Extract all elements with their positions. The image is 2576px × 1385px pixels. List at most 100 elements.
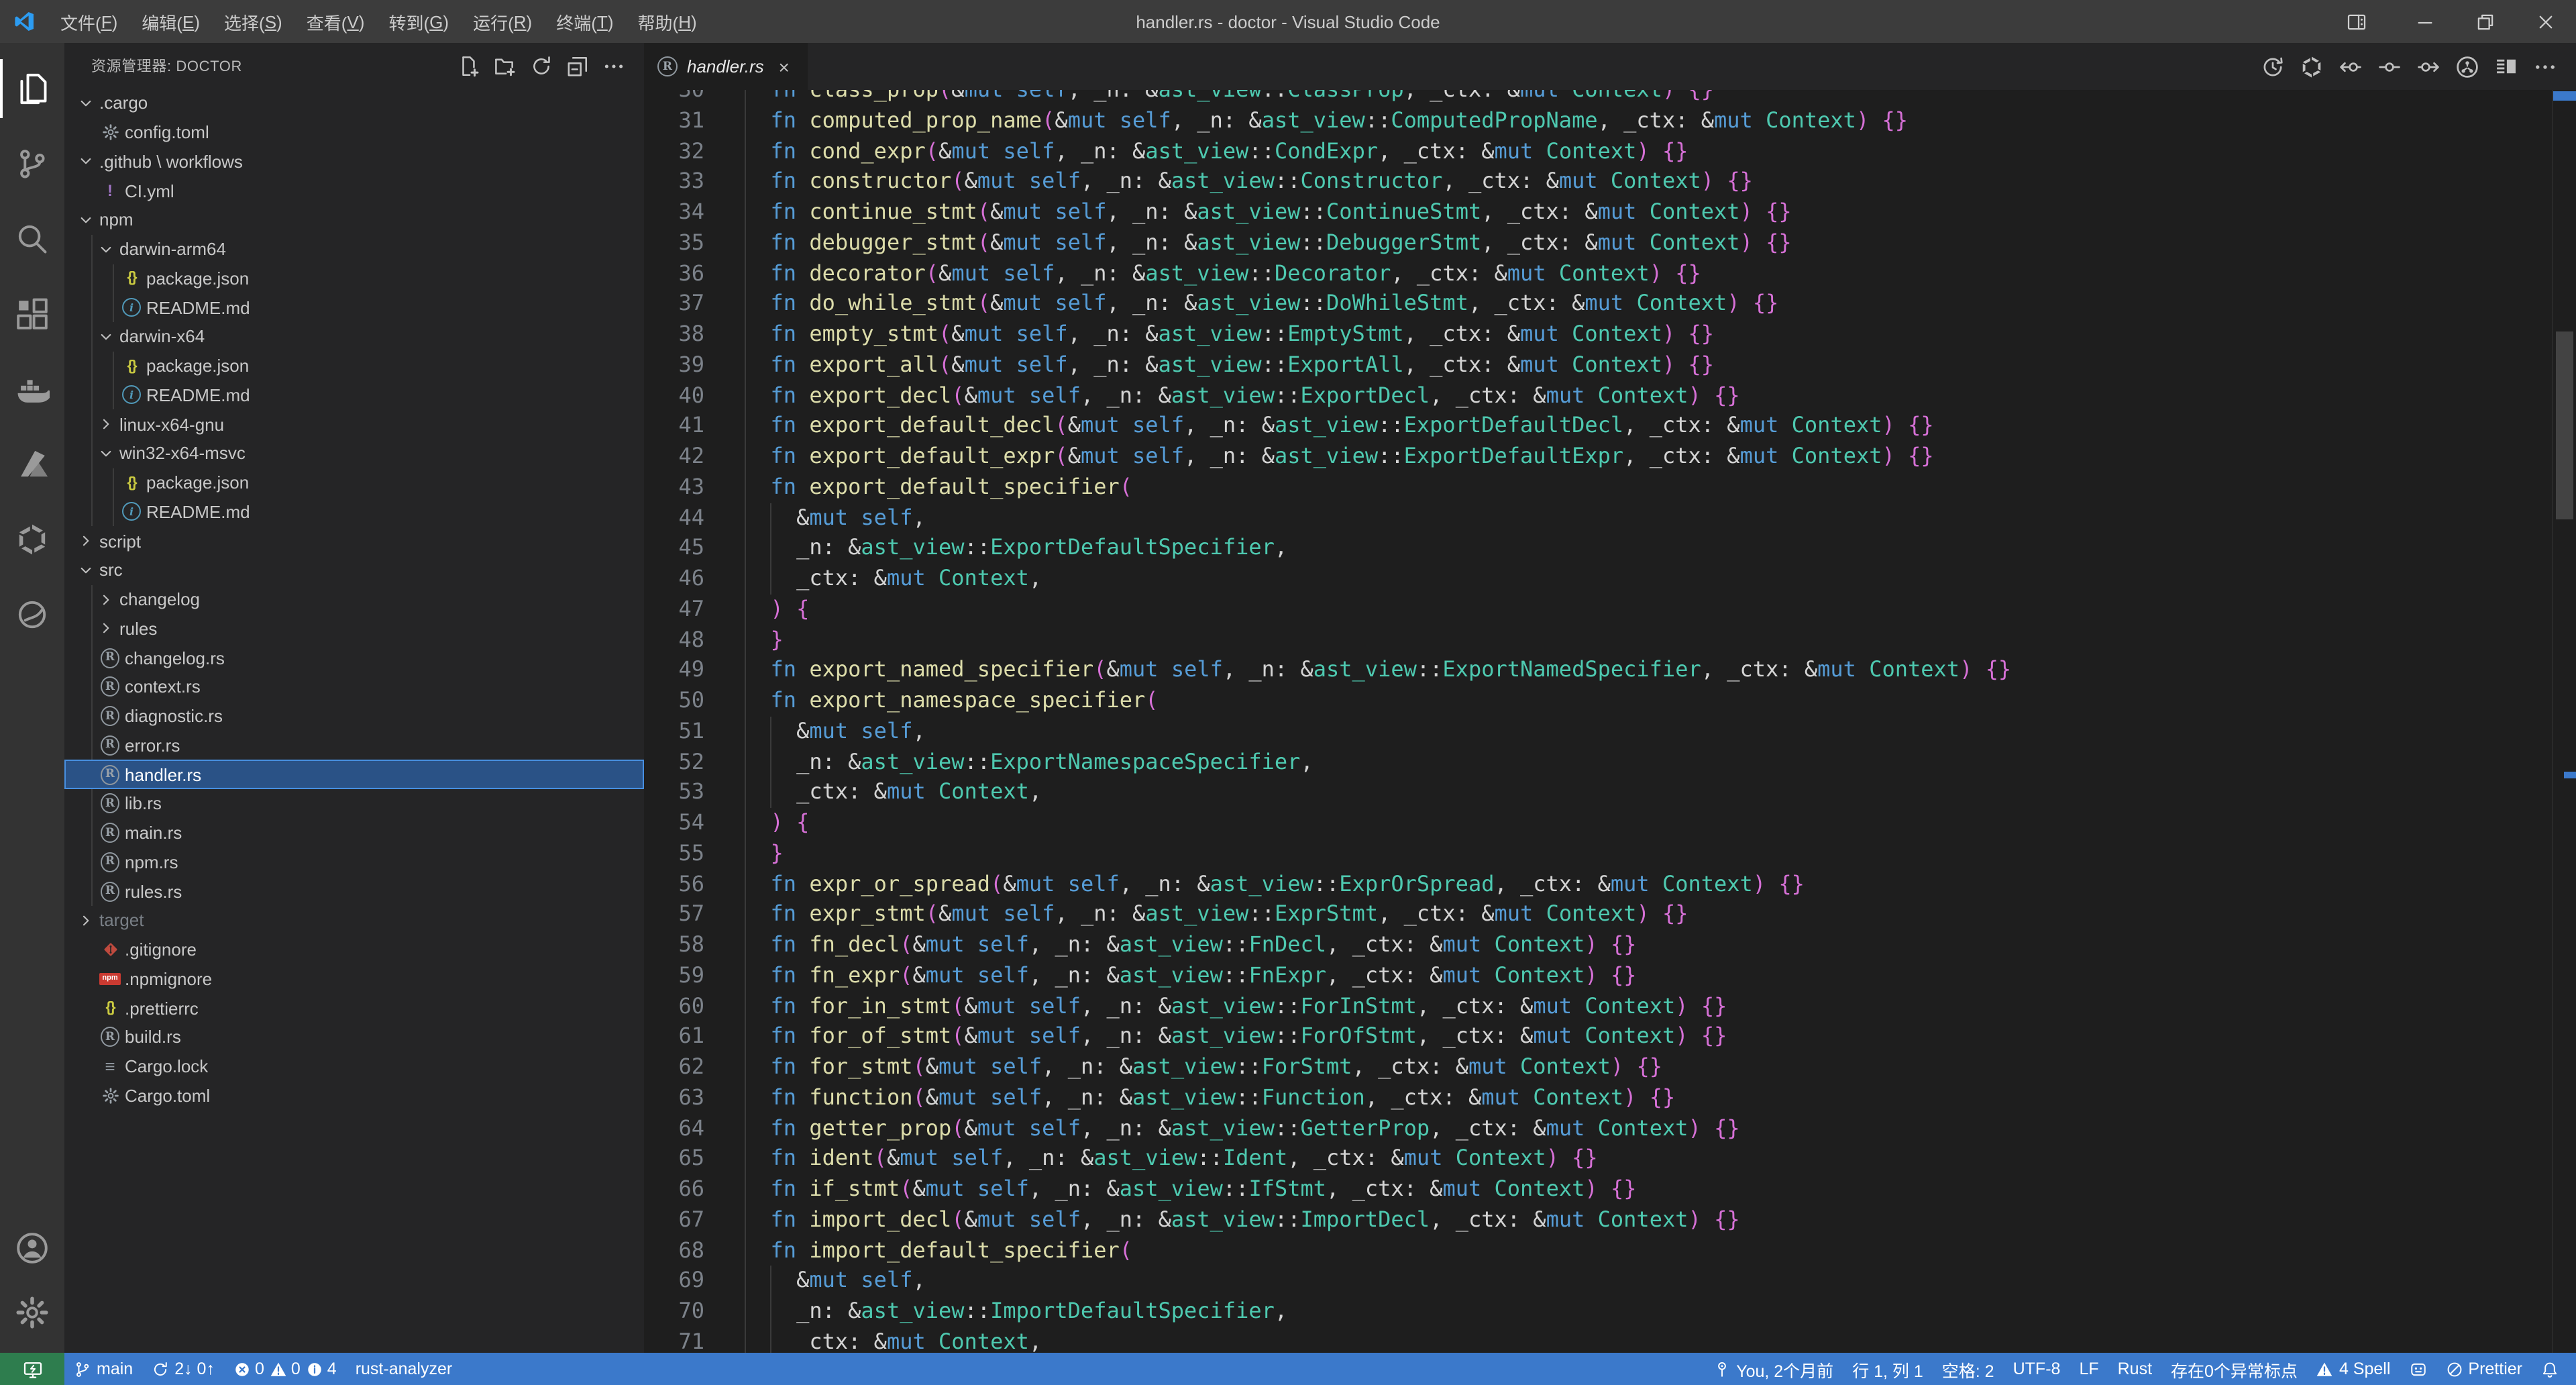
status-git-branch[interactable]: main	[64, 1353, 142, 1385]
tab-handler-rs[interactable]: R handler.rs ×	[644, 43, 808, 90]
status-label: 2↓ 0↑	[174, 1360, 215, 1378]
status-gitlens-blame[interactable]: You, 2个月前	[1704, 1353, 1843, 1385]
activity-accounts[interactable]	[0, 1216, 64, 1280]
minimize-button[interactable]	[2395, 0, 2455, 43]
menu-r[interactable]: 运行(R)	[461, 0, 544, 43]
tree-item-.npmignore[interactable]: npm.npmignore	[64, 964, 644, 994]
tree-item-error.rs[interactable]: Rerror.rs	[64, 731, 644, 760]
activity-search[interactable]	[0, 201, 64, 276]
tree-item-npm.rs[interactable]: Rnpm.rs	[64, 848, 644, 877]
tree-item-npm[interactable]: npm	[64, 205, 644, 235]
tree-item-darwin-x64[interactable]: darwin-x64	[64, 322, 644, 352]
code-editor[interactable]: 30 fn class_prop(&mut self, _n: &ast_vie…	[644, 90, 2576, 1353]
tree-item-.cargo[interactable]: .cargo	[64, 89, 644, 118]
next-commit-icon[interactable]	[2416, 54, 2440, 79]
json-file-icon: {}	[122, 356, 141, 375]
tree-item-linux-x64-gnu[interactable]: linux-x64-gnu	[64, 410, 644, 440]
tree-item-package.json[interactable]: {}package.json	[64, 264, 644, 293]
code-line-58: 58 fn fn_decl(&mut self, _n: &ast_view::…	[644, 930, 2553, 961]
menu-t[interactable]: 终端(T)	[544, 0, 625, 43]
new-file-icon[interactable]	[458, 54, 480, 77]
status-spell-checker[interactable]: 4 Spell	[2307, 1353, 2400, 1385]
menu-h[interactable]: 帮助(H)	[626, 0, 709, 43]
tree-item-context.rs[interactable]: Rcontext.rs	[64, 672, 644, 702]
extension-pinwheel-icon[interactable]	[2300, 54, 2324, 79]
timeline-icon[interactable]	[2261, 54, 2285, 79]
menu-f[interactable]: 文件(F)	[48, 0, 129, 43]
tree-item-cargo.toml[interactable]: Cargo.toml	[64, 1081, 644, 1111]
more-editor-actions-icon[interactable]	[2533, 54, 2557, 79]
status-indentation[interactable]: 空格: 2	[1933, 1353, 2004, 1385]
tree-item-changelog[interactable]: changelog	[64, 585, 644, 615]
status-cursor-position[interactable]: 行 1, 列 1	[1843, 1353, 1933, 1385]
activity-explorer[interactable]	[0, 51, 64, 126]
open-changes-icon[interactable]	[2494, 54, 2518, 79]
collapse-folders-icon[interactable]	[566, 54, 589, 77]
tree-item-main.rs[interactable]: Rmain.rs	[64, 819, 644, 848]
activity-source-control[interactable]	[0, 126, 64, 201]
commit-graph-icon[interactable]	[2455, 54, 2479, 79]
status-prettier[interactable]: Prettier	[2436, 1353, 2532, 1385]
line-content: &mut self,	[704, 717, 926, 748]
tree-item-label: script	[99, 531, 141, 551]
tree-item-cargo.lock[interactable]: ≡Cargo.lock	[64, 1052, 644, 1082]
status-remote-indicator[interactable]	[0, 1353, 64, 1385]
tree-item-package.json[interactable]: {}package.json	[64, 468, 644, 498]
tree-item-build.rs[interactable]: Rbuild.rs	[64, 1023, 644, 1052]
menu-s[interactable]: 选择(S)	[212, 0, 294, 43]
status-rust-analyzer-status[interactable]: rust-analyzer	[346, 1353, 462, 1385]
activity-docker[interactable]	[0, 352, 64, 427]
new-folder-icon[interactable]	[494, 54, 517, 77]
status-eol[interactable]: LF	[2070, 1353, 2108, 1385]
previous-commit-icon[interactable]	[2339, 54, 2363, 79]
tree-item-handler.rs[interactable]: Rhandler.rs	[64, 760, 644, 790]
tree-item-config.toml[interactable]: config.toml	[64, 118, 644, 148]
tree-item-package.json[interactable]: {}package.json	[64, 352, 644, 381]
activity-leaf-tool-extension[interactable]	[0, 577, 64, 652]
tree-item-.github-workflows[interactable]: .github \ workflows	[64, 147, 644, 176]
status-problems[interactable]: 004	[224, 1353, 346, 1385]
indent-guide	[770, 717, 771, 809]
tree-item-ci.yml[interactable]: !CI.yml	[64, 176, 644, 206]
activity-hex-extension[interactable]	[0, 502, 64, 577]
scrollbar-thumb[interactable]	[2556, 331, 2573, 519]
activity-settings[interactable]	[0, 1280, 64, 1345]
status-encoding[interactable]: UTF-8	[2004, 1353, 2070, 1385]
tree-item-target[interactable]: target	[64, 906, 644, 935]
tab-close-icon[interactable]: ×	[773, 56, 795, 77]
editor-scrollbar[interactable]	[2552, 90, 2576, 1353]
menu-e[interactable]: 编辑(E)	[129, 0, 212, 43]
tree-item-rules.rs[interactable]: Rrules.rs	[64, 877, 644, 907]
tree-item-lib.rs[interactable]: Rlib.rs	[64, 789, 644, 819]
tree-item-win32-x64-msvc[interactable]: win32-x64-msvc	[64, 439, 644, 468]
restore-button[interactable]	[2455, 0, 2516, 43]
tree-item-readme.md[interactable]: iREADME.md	[64, 497, 644, 527]
menu-v[interactable]: 查看(V)	[294, 0, 377, 43]
more-actions-icon[interactable]	[602, 54, 625, 77]
layout-toggle-button[interactable]	[2326, 0, 2387, 43]
tree-item-readme.md[interactable]: iREADME.md	[64, 380, 644, 410]
tree-item-.gitignore[interactable]: .gitignore	[64, 935, 644, 965]
status-language-mode[interactable]: Rust	[2108, 1353, 2161, 1385]
activity-extensions[interactable]	[0, 276, 64, 352]
hex-extension-icon	[15, 522, 50, 557]
tree-item-readme.md[interactable]: iREADME.md	[64, 293, 644, 323]
tree-item-darwin-arm64[interactable]: darwin-arm64	[64, 235, 644, 264]
refresh-explorer-icon[interactable]	[530, 54, 553, 77]
status-abnormal-punctuation[interactable]: 存在0个异常标点	[2161, 1353, 2307, 1385]
status-git-sync[interactable]: 2↓ 0↑	[142, 1353, 224, 1385]
current-commit-icon[interactable]	[2377, 54, 2402, 79]
status-notifications[interactable]	[2532, 1353, 2568, 1385]
close-button[interactable]	[2516, 0, 2576, 43]
code-line-55: 55 }	[644, 839, 2553, 870]
status-face-extension[interactable]	[2400, 1353, 2436, 1385]
menu-g[interactable]: 转到(G)	[376, 0, 461, 43]
tree-item-script[interactable]: script	[64, 527, 644, 556]
tree-item-.prettierrc[interactable]: {}.prettierrc	[64, 994, 644, 1023]
activity-azure[interactable]	[0, 427, 64, 502]
tree-item-rules[interactable]: rules	[64, 614, 644, 644]
tree-item-src[interactable]: src	[64, 556, 644, 585]
tree-item-changelog.rs[interactable]: Rchangelog.rs	[64, 644, 644, 673]
code-line-34: 34 fn continue_stmt(&mut self, _n: &ast_…	[644, 197, 2553, 228]
tree-item-diagnostic.rs[interactable]: Rdiagnostic.rs	[64, 702, 644, 731]
